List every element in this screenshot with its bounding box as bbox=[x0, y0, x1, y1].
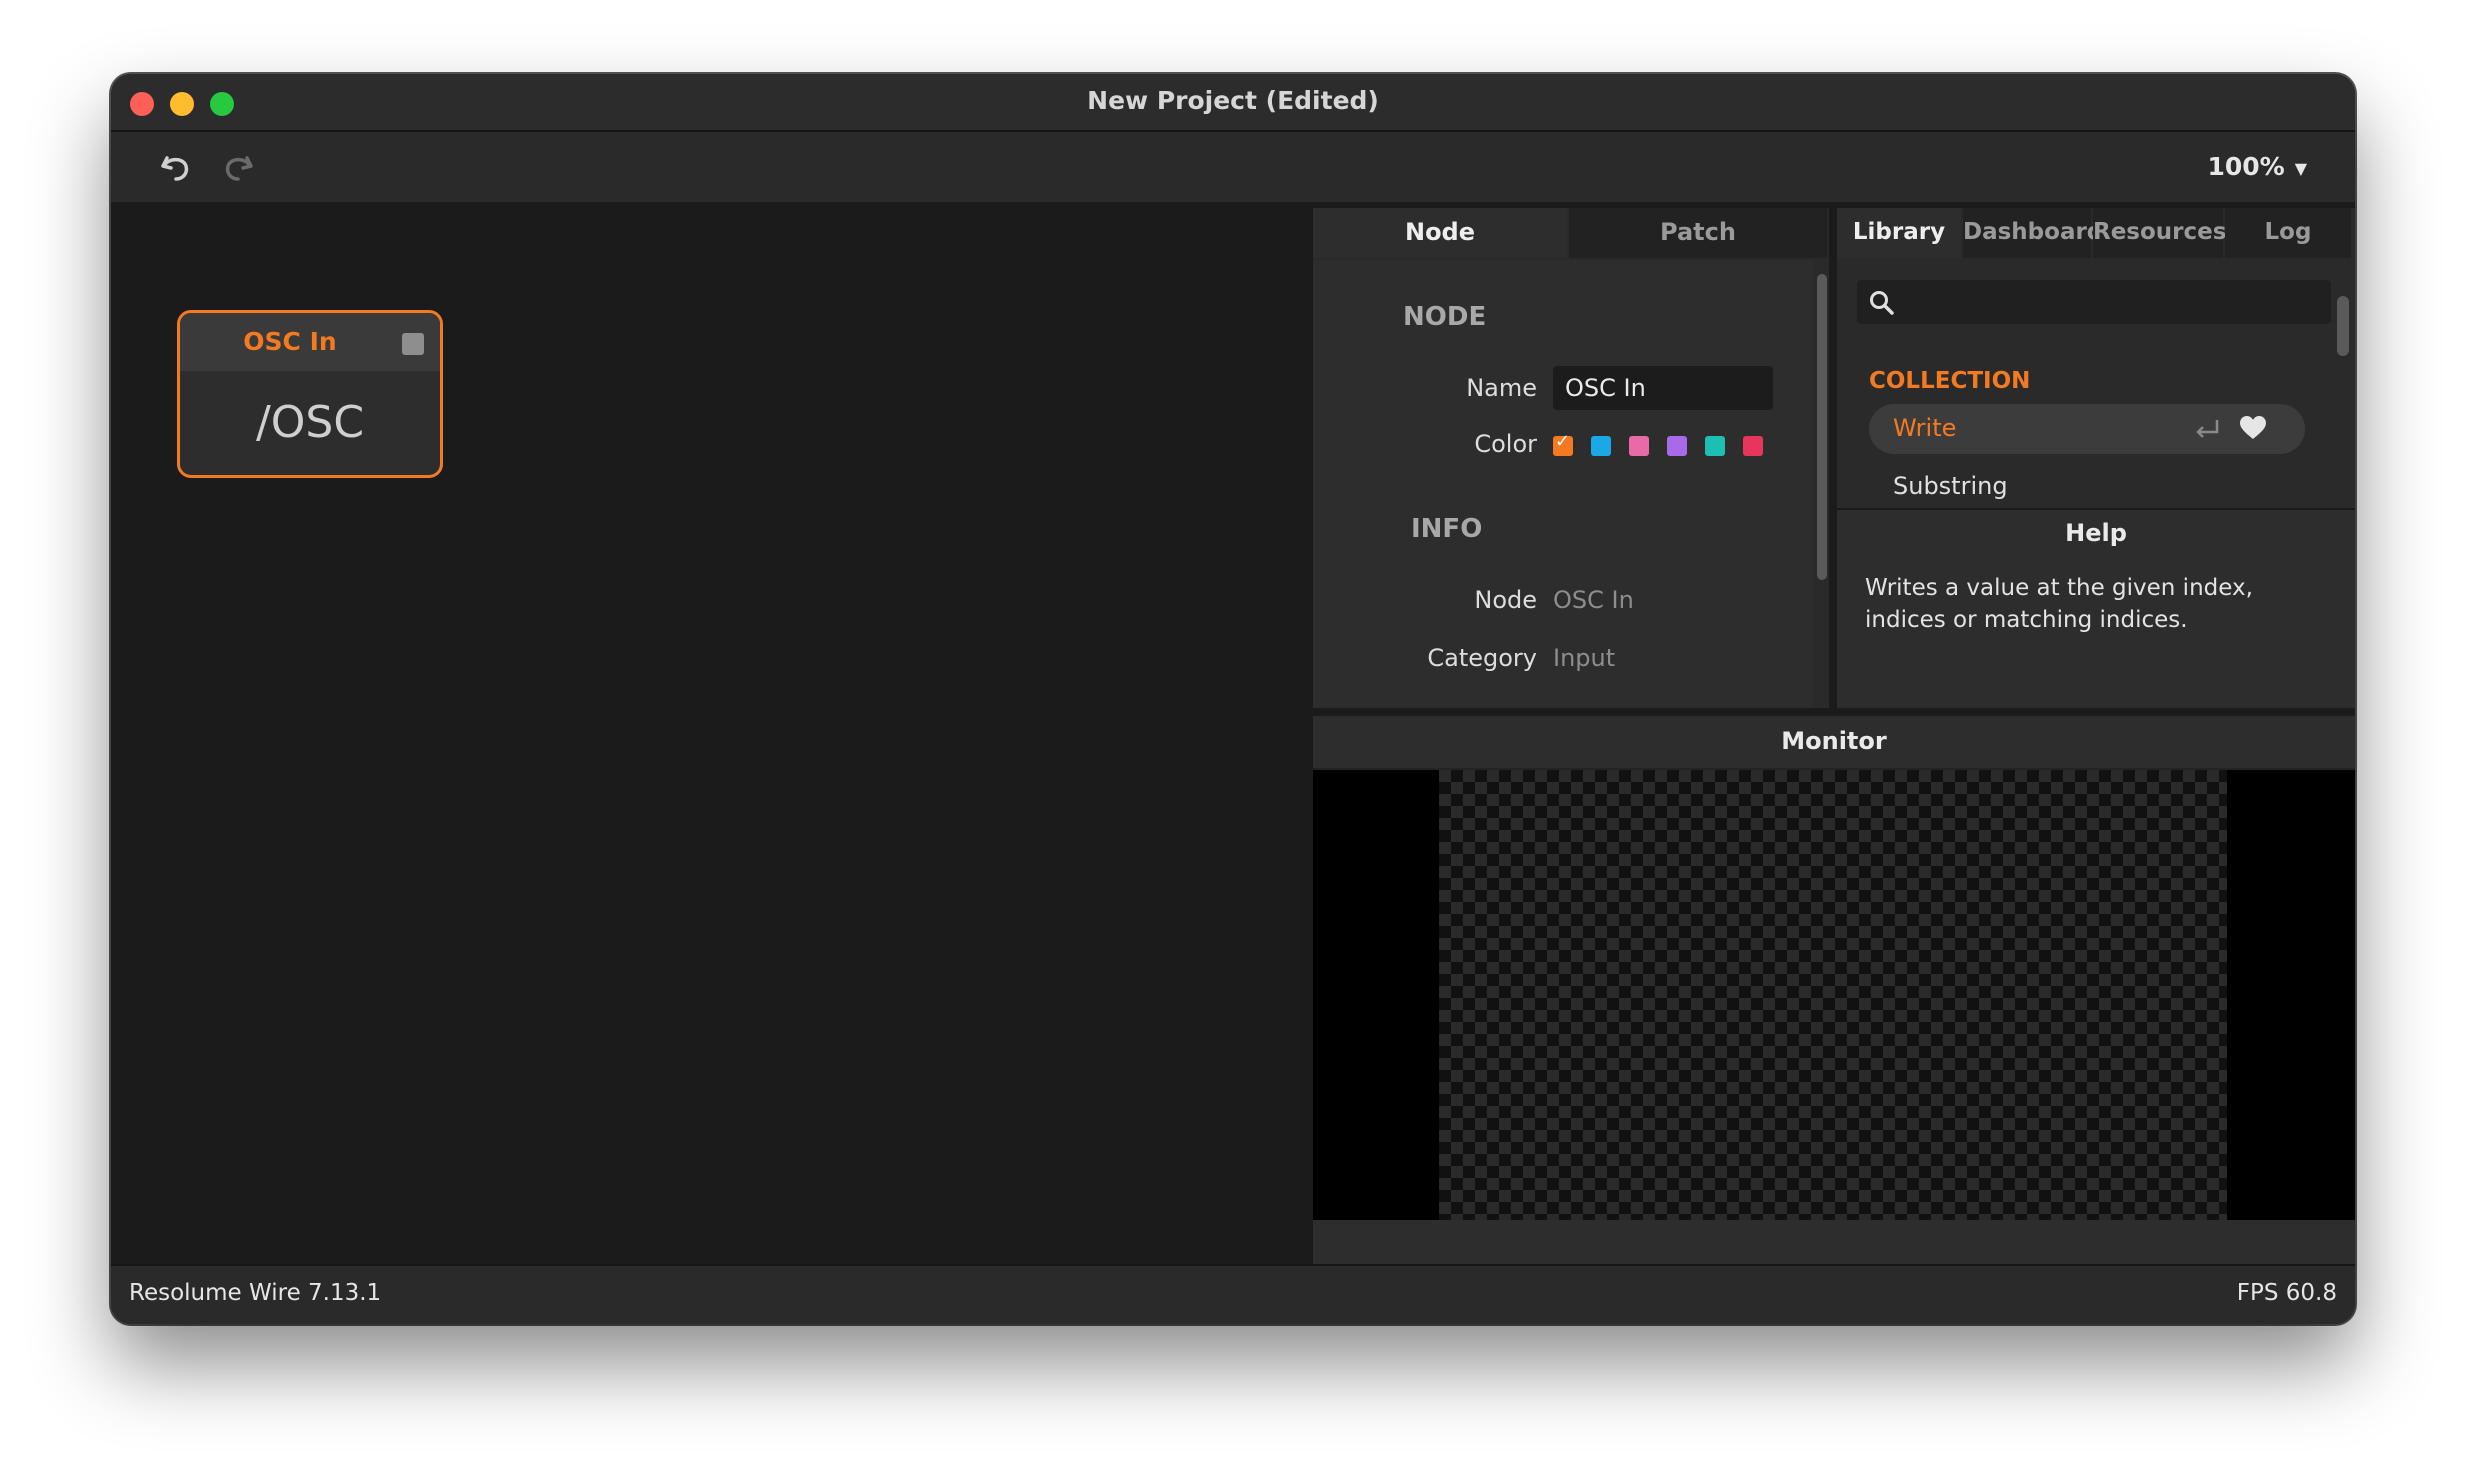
zoom-dropdown[interactable]: 100% ▼ bbox=[2207, 152, 2307, 181]
toolbar: 100% ▼ bbox=[111, 132, 2355, 202]
window-title: New Project (Edited) bbox=[1087, 86, 1379, 115]
monitor-transparent-preview bbox=[1439, 770, 2227, 1220]
patch-canvas[interactable]: OSC In /OSC bbox=[111, 202, 1313, 1266]
inspector-body: NODE Name OSC In Color INFO Node OSC In … bbox=[1313, 260, 1813, 708]
osc-in-node[interactable]: OSC In /OSC bbox=[177, 310, 443, 478]
info-category-value: Input bbox=[1553, 644, 1616, 672]
color-swatch-blue[interactable] bbox=[1591, 436, 1611, 456]
fps-readout: FPS 60.8 bbox=[2236, 1280, 2337, 1306]
redo-icon[interactable] bbox=[221, 152, 255, 184]
app-version: Resolume Wire 7.13.1 bbox=[129, 1280, 382, 1306]
search-icon bbox=[1870, 291, 1894, 315]
help-text: Writes a value at the given index, indic… bbox=[1865, 575, 2253, 633]
tab-patch[interactable]: Patch bbox=[1569, 208, 1827, 258]
inspector-panel: Node Patch NODE Name OSC In Color INFO N… bbox=[1313, 208, 1829, 708]
color-swatch-orange[interactable] bbox=[1553, 431, 1573, 456]
tab-resources[interactable]: Resources bbox=[2093, 208, 2226, 258]
name-input[interactable]: OSC In bbox=[1553, 366, 1773, 410]
color-swatch-purple[interactable] bbox=[1667, 436, 1687, 456]
inspector-scrollbar[interactable] bbox=[1817, 274, 1827, 580]
name-label: Name bbox=[1466, 374, 1537, 402]
library-search-input[interactable] bbox=[1857, 280, 2331, 324]
help-panel: Writes a value at the given index, indic… bbox=[1837, 556, 2355, 708]
node-header: OSC In bbox=[180, 313, 440, 371]
info-node-label: Node bbox=[1474, 586, 1537, 614]
node-title: OSC In bbox=[243, 327, 337, 356]
help-heading: Help bbox=[1837, 508, 2355, 558]
app-window: New Project (Edited) 100% ▼ OSC In /OSC N… bbox=[111, 74, 2355, 1324]
info-category-label: Category bbox=[1427, 644, 1537, 672]
undo-icon[interactable] bbox=[159, 152, 193, 184]
info-node-value: OSC In bbox=[1553, 586, 1634, 614]
monitor-panel: Monitor bbox=[1313, 716, 2355, 1266]
tab-dashboard[interactable]: Dashboard bbox=[1963, 208, 2103, 258]
heart-icon[interactable] bbox=[2239, 415, 2267, 441]
monitor-view bbox=[1313, 770, 2355, 1220]
tab-library[interactable]: Library bbox=[1837, 208, 1961, 258]
chevron-down-icon: ▼ bbox=[2294, 158, 2307, 178]
enter-icon[interactable] bbox=[2193, 417, 2221, 441]
info-section-heading: INFO bbox=[1411, 514, 1483, 544]
color-swatch-teal[interactable] bbox=[1705, 436, 1725, 456]
status-bar: Resolume Wire 7.13.1 FPS 60.8 bbox=[111, 1264, 2355, 1324]
color-swatch-pink[interactable] bbox=[1629, 436, 1649, 456]
node-toggle-square[interactable] bbox=[402, 333, 424, 355]
tab-node[interactable]: Node bbox=[1313, 208, 1567, 258]
color-label: Color bbox=[1474, 430, 1537, 458]
library-item-write[interactable]: Write bbox=[1869, 404, 2305, 454]
library-panel: Library Dashboard Resources Log COLLECTI… bbox=[1837, 208, 2355, 708]
library-item-substring[interactable]: Substring bbox=[1893, 472, 2008, 500]
monitor-footer bbox=[1313, 1220, 2355, 1266]
library-scrollbar[interactable] bbox=[2337, 296, 2349, 356]
color-swatch-red[interactable] bbox=[1743, 436, 1763, 456]
monitor-heading: Monitor bbox=[1313, 716, 2355, 768]
zoom-value: 100% bbox=[2207, 152, 2285, 181]
tab-log[interactable]: Log bbox=[2225, 208, 2351, 258]
title-bar: New Project (Edited) bbox=[111, 74, 2355, 132]
collection-heading: COLLECTION bbox=[1869, 368, 2031, 394]
library-item-label: Write bbox=[1893, 414, 1957, 442]
node-section-heading: NODE bbox=[1403, 302, 1487, 332]
node-address: /OSC bbox=[255, 397, 365, 448]
